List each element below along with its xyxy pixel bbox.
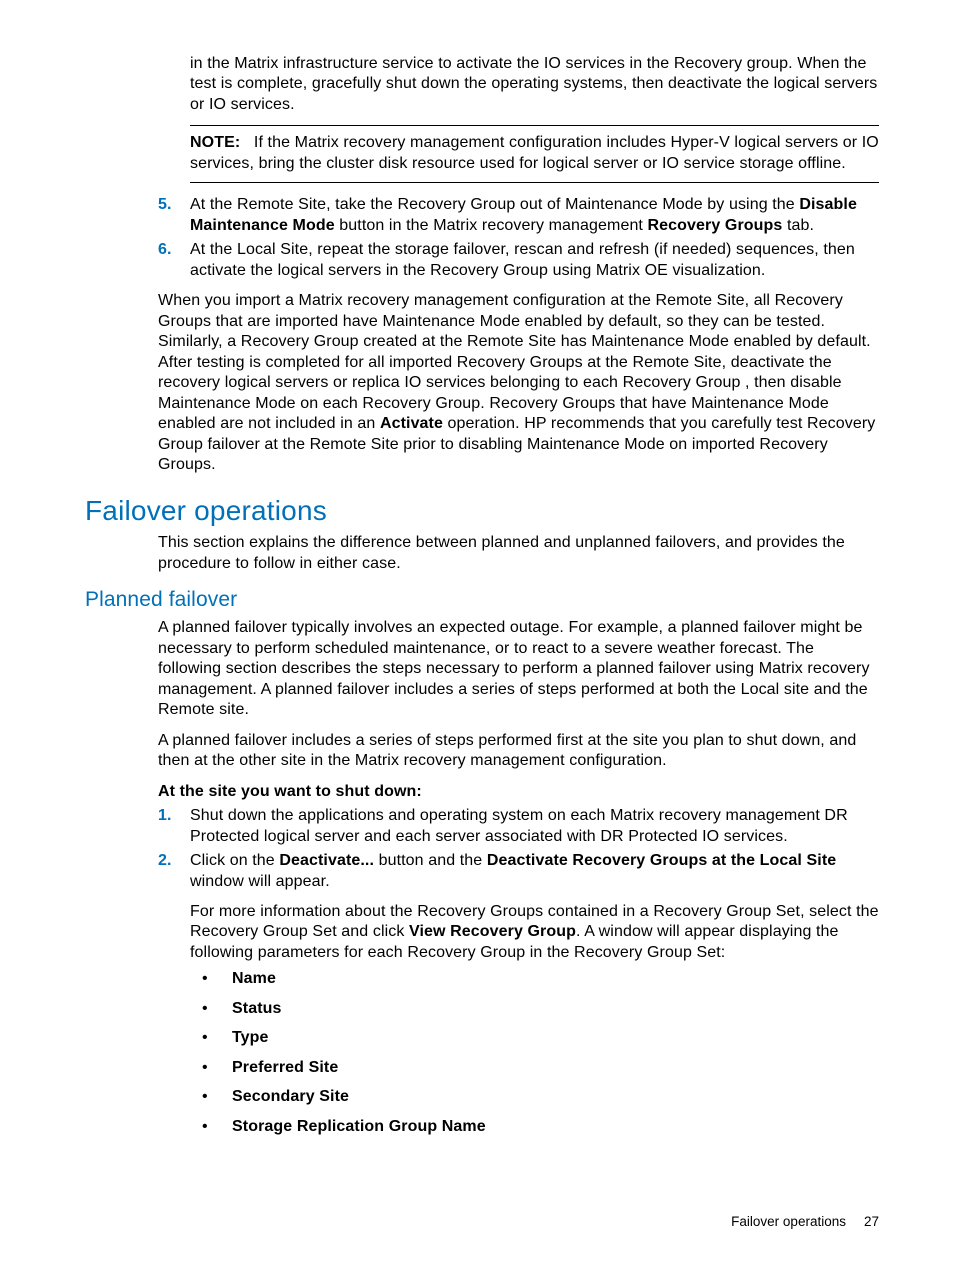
page-footer: Failover operations 27 [731, 1214, 879, 1229]
import-b1: Activate [380, 415, 443, 432]
h2-paragraph-2: A planned failover includes a series of … [158, 731, 879, 772]
bullet-item: Secondary Site [190, 1087, 879, 1107]
note-block: NOTE: If the Matrix recovery management … [190, 125, 879, 183]
bullet-item: Name [190, 969, 879, 989]
list-item: 6. At the Local Site, repeat the storage… [158, 240, 879, 281]
bullet-list: Name Status Type Preferred Site Secondar… [85, 969, 879, 1137]
note-text: If the Matrix recovery management config… [190, 134, 879, 171]
import-paragraph: When you import a Matrix recovery manage… [158, 291, 879, 475]
bullet-item: Type [190, 1028, 879, 1048]
list-number: 5. [158, 195, 172, 215]
footer-page-number: 27 [864, 1214, 879, 1229]
step5-t3: tab. [782, 217, 814, 234]
pstep2-sub-b1: View Recovery Group [409, 923, 576, 940]
pstep2-t3: window will appear. [190, 873, 330, 890]
intro-paragraph: in the Matrix infrastructure service to … [190, 54, 879, 115]
h2-paragraph-1: A planned failover typically involves an… [158, 618, 879, 720]
bullet-item: Status [190, 999, 879, 1019]
note-label: NOTE: [190, 134, 240, 151]
footer-section: Failover operations [731, 1214, 846, 1229]
list-item: 1. Shut down the applications and operat… [158, 806, 879, 847]
step5-t1: At the Remote Site, take the Recovery Gr… [190, 196, 799, 213]
pstep2-t2: button and the [374, 852, 487, 869]
step6-text: At the Local Site, repeat the storage fa… [190, 241, 855, 278]
pstep2-subpara: For more information about the Recovery … [190, 902, 879, 963]
list-number: 6. [158, 240, 172, 260]
list-item: 5. At the Remote Site, take the Recovery… [158, 195, 879, 236]
page-container: in the Matrix infrastructure service to … [0, 0, 954, 1271]
h1-paragraph: This section explains the difference bet… [158, 533, 879, 574]
numbered-list-planned: 1. Shut down the applications and operat… [85, 806, 879, 963]
heading-failover-operations: Failover operations [85, 495, 879, 527]
pstep2-b1: Deactivate... [279, 852, 374, 869]
pstep1-text: Shut down the applications and operating… [190, 807, 848, 844]
heading-planned-failover: Planned failover [85, 588, 879, 612]
list-number: 1. [158, 806, 172, 826]
bold-lead-in: At the site you want to shut down: [158, 782, 879, 802]
step5-t2: button in the Matrix recovery management [335, 217, 648, 234]
bullet-item: Storage Replication Group Name [190, 1117, 879, 1137]
pstep2-t1: Click on the [190, 852, 279, 869]
pstep2-b2: Deactivate Recovery Groups at the Local … [487, 852, 836, 869]
import-t1: When you import a Matrix recovery manage… [158, 292, 871, 432]
step5-b2: Recovery Groups [648, 217, 783, 234]
list-number: 2. [158, 851, 172, 871]
numbered-list-top: 5. At the Remote Site, take the Recovery… [85, 195, 879, 281]
list-item: 2. Click on the Deactivate... button and… [158, 851, 879, 963]
bullet-item: Preferred Site [190, 1058, 879, 1078]
